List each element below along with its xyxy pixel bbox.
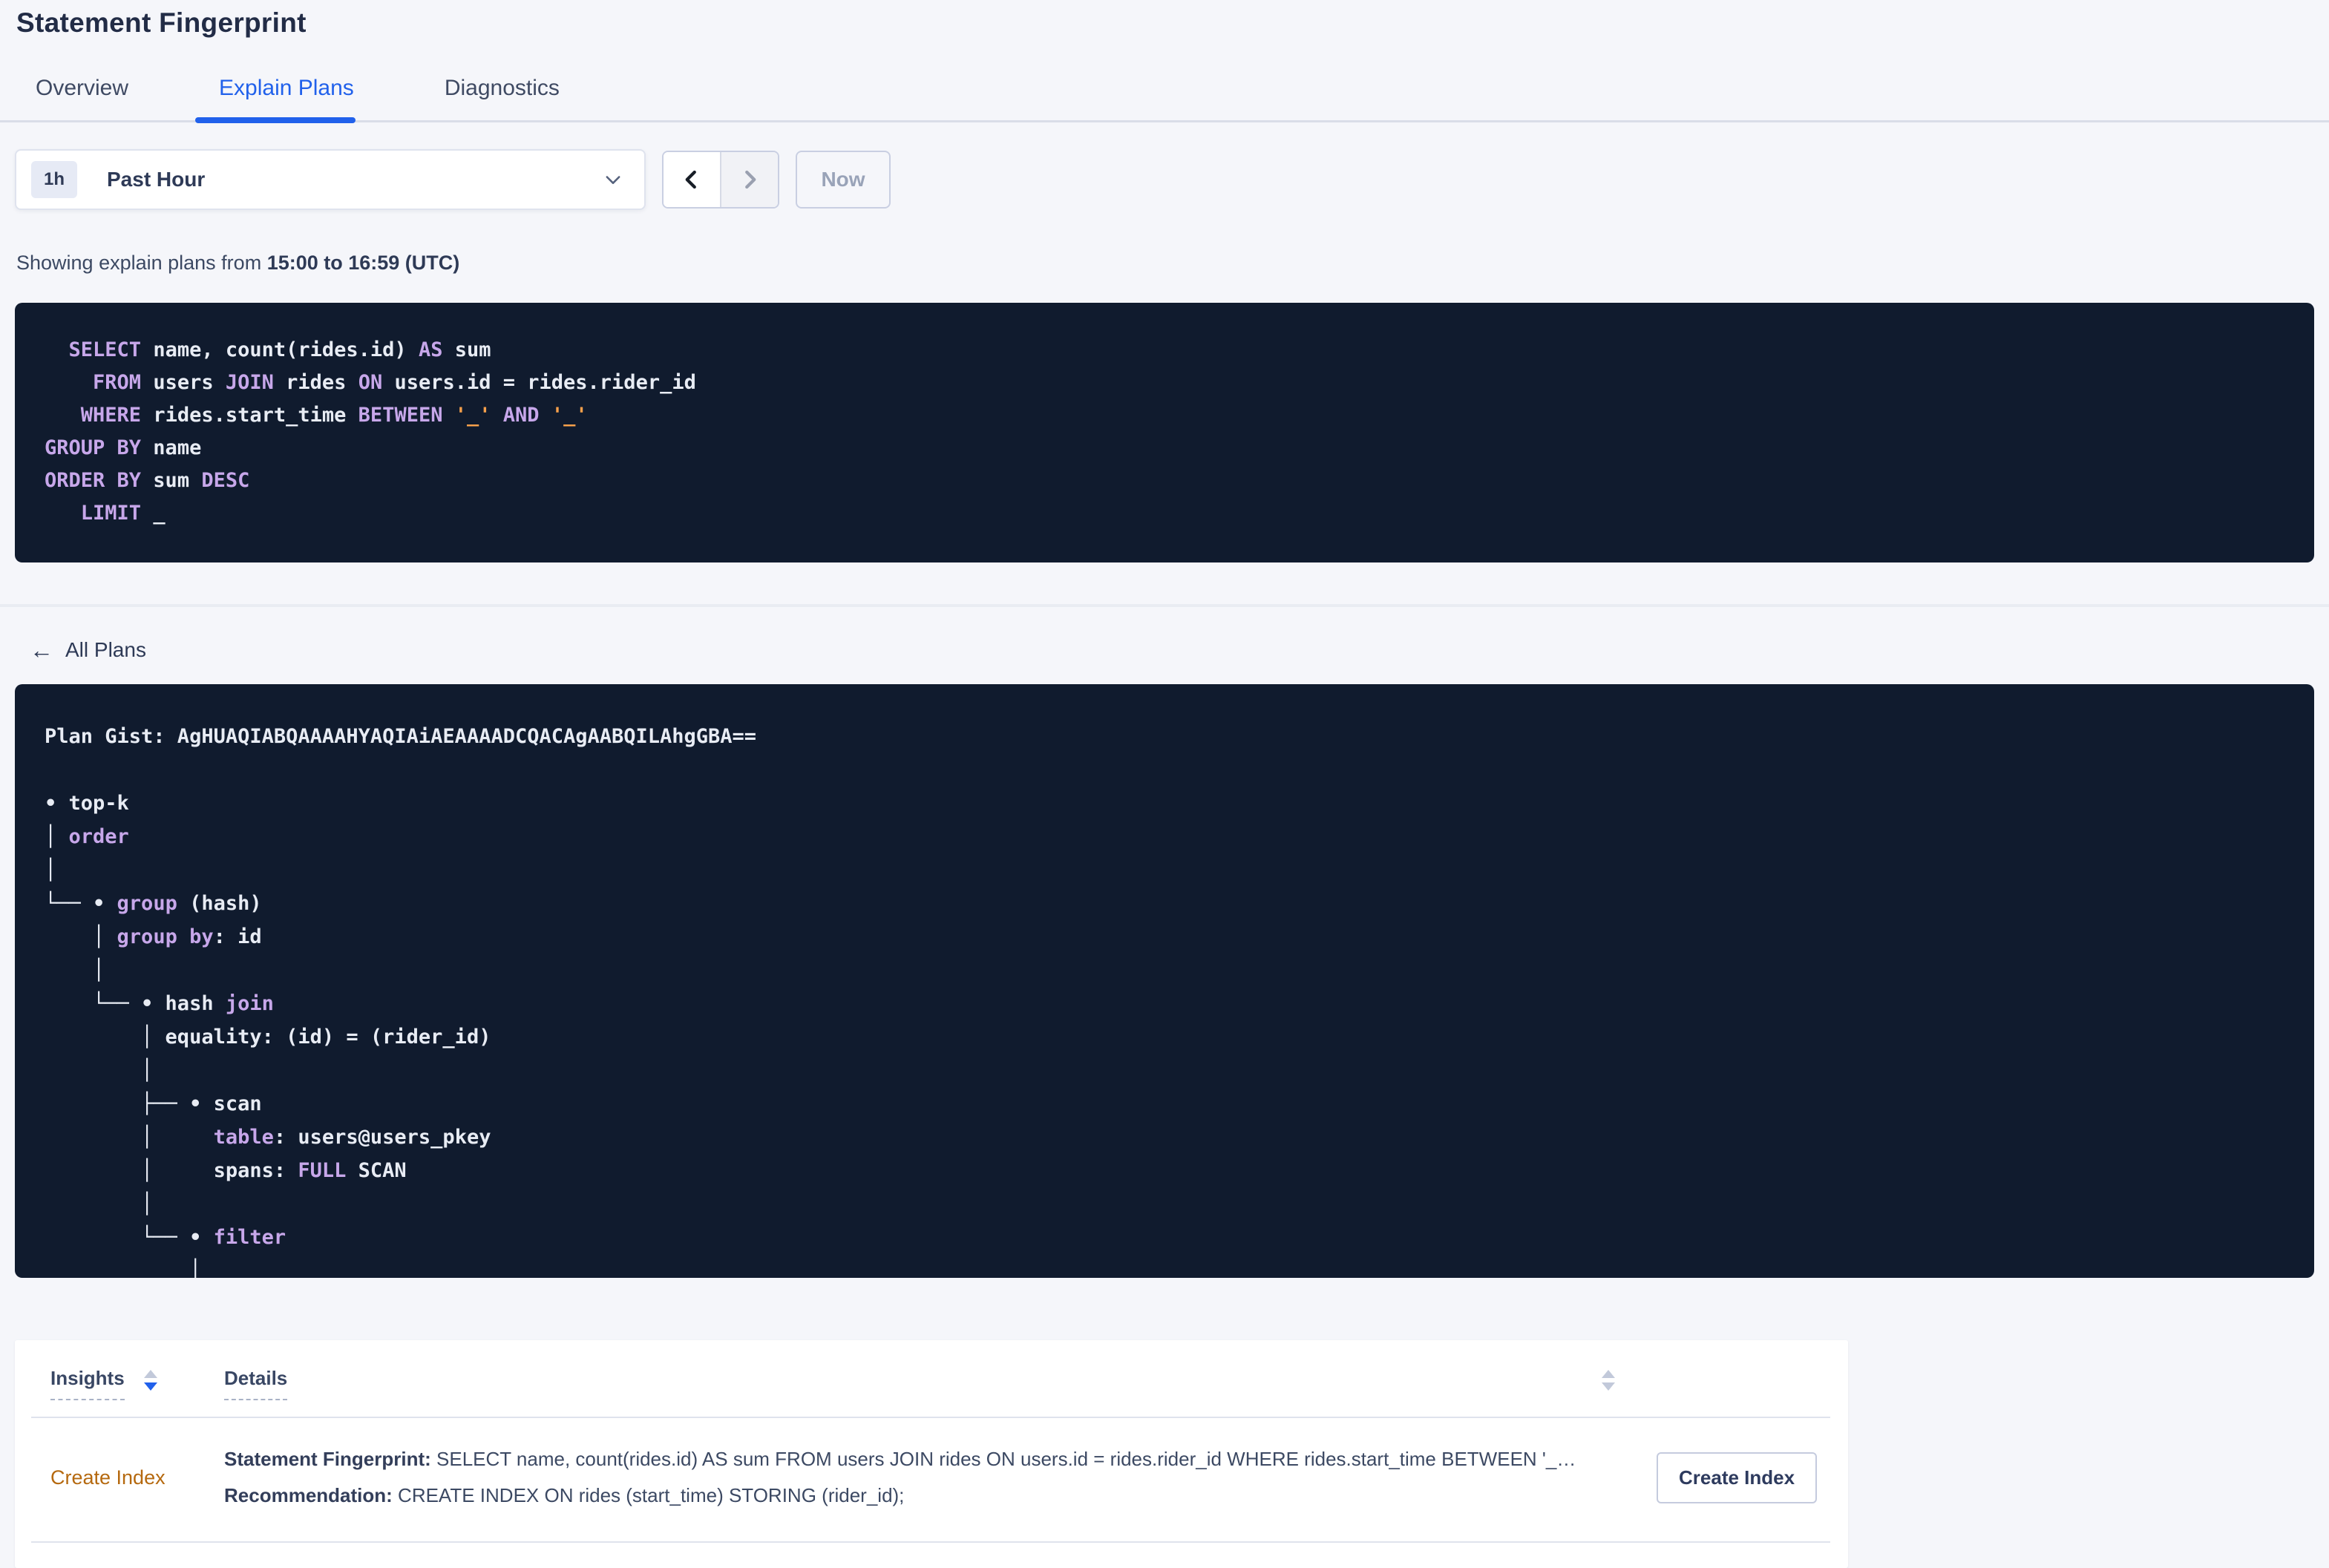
insights-table: Insights Details Create Index Statement …: [15, 1340, 1848, 1568]
page-title: Statement Fingerprint: [16, 7, 307, 38]
chevron-right-icon: [745, 170, 756, 189]
recommendation-line: Recommendation: CREATE INDEX ON rides (s…: [224, 1484, 1616, 1507]
time-range-badge: 1h: [31, 161, 77, 198]
tab-overview[interactable]: Overview: [36, 76, 128, 120]
sort-icon-details: [1602, 1367, 1615, 1391]
section-divider: [0, 604, 2329, 607]
sql-statement-box: SELECT name, count(rides.id) AS sum FROM…: [15, 303, 2314, 562]
statement-fingerprint-label: Statement Fingerprint:: [224, 1448, 431, 1470]
details-cell: Statement Fingerprint: SELECT name, coun…: [224, 1448, 1616, 1507]
next-time-button[interactable]: [721, 152, 778, 207]
insight-row: Create Index Statement Fingerprint: SELE…: [15, 1418, 1830, 1525]
insights-header-label: Insights: [50, 1367, 125, 1400]
recommendation-label: Recommendation:: [224, 1484, 393, 1506]
all-plans-link[interactable]: ← All Plans: [30, 638, 146, 662]
time-controls: 1h Past Hour Now: [15, 149, 2329, 210]
action-cell: Create Index: [1616, 1451, 1830, 1503]
prev-time-button[interactable]: [664, 152, 721, 207]
details-header-label: Details: [224, 1367, 288, 1400]
create-index-button[interactable]: Create Index: [1657, 1451, 1818, 1503]
recommendation-text: CREATE INDEX ON rides (start_time) STORI…: [392, 1484, 905, 1506]
showing-text: Showing explain plans from 15:00 to 16:5…: [16, 252, 2329, 275]
statement-fingerprint-text: SELECT name, count(rides.id) AS sum FROM…: [430, 1448, 1576, 1470]
chevron-left-icon: [685, 170, 696, 189]
insights-table-header: Insights Details: [15, 1367, 1830, 1400]
tab-diagnostics[interactable]: Diagnostics: [445, 76, 560, 120]
statement-fingerprint-line: Statement Fingerprint: SELECT name, coun…: [224, 1448, 1616, 1471]
tab-bar: Overview Explain Plans Diagnostics: [0, 76, 2329, 123]
time-range-dropdown[interactable]: 1h Past Hour: [15, 149, 646, 210]
row-divider: [31, 1541, 1830, 1543]
showing-prefix: Showing explain plans from: [16, 252, 267, 274]
tab-explain-plans[interactable]: Explain Plans: [195, 76, 356, 123]
statement-fingerprint-page: { "page": { "title": "Statement Fingerpr…: [0, 0, 2329, 1568]
insight-type-link[interactable]: Create Index: [50, 1466, 224, 1489]
insights-column-header[interactable]: Insights: [50, 1367, 224, 1400]
time-range-label: Past Hour: [107, 168, 206, 191]
time-pager: [662, 151, 779, 209]
now-button[interactable]: Now: [796, 151, 891, 209]
chevron-down-icon: [603, 169, 623, 190]
sort-icon-insights: [143, 1367, 157, 1391]
plan-tree: Plan Gist: AgHUAQIABQAAAAHYAQIAiAEAAAADC…: [45, 725, 757, 1278]
all-plans-label: All Plans: [65, 638, 146, 661]
sql-statement: SELECT name, count(rides.id) AS sum FROM…: [45, 338, 696, 525]
details-column-header[interactable]: Details: [224, 1367, 1830, 1400]
back-arrow-icon: ←: [30, 637, 53, 663]
showing-range: 15:00 to 16:59 (UTC): [266, 252, 460, 274]
plan-gist-box: Plan Gist: AgHUAQIABQAAAAHYAQIAiAEAAAADC…: [15, 684, 2314, 1278]
